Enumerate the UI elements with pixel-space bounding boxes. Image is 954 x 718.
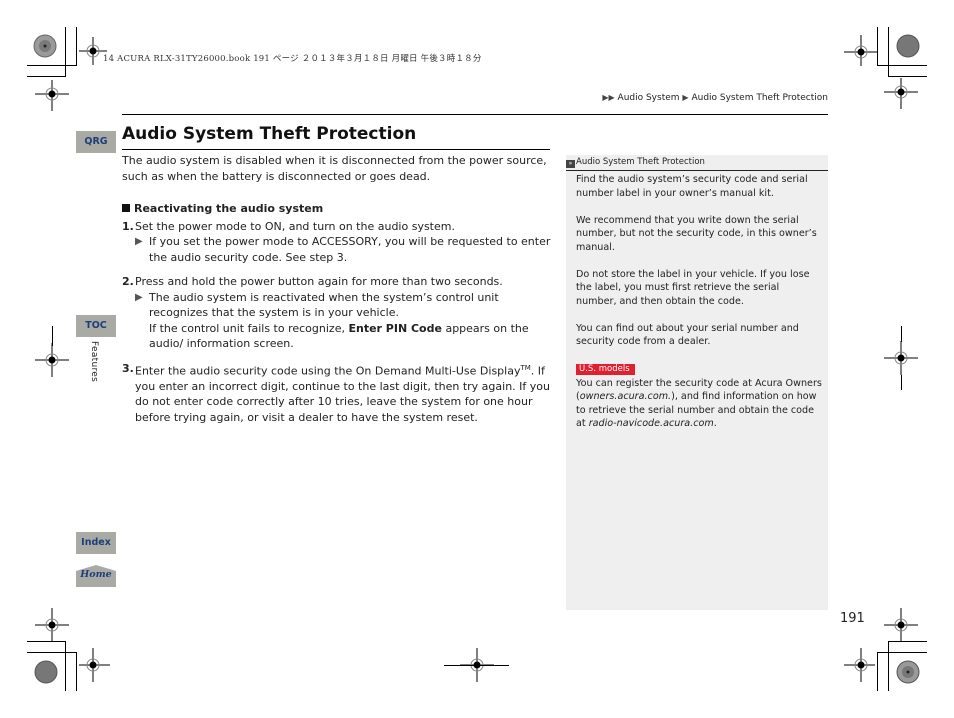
registration-mark-icon (79, 648, 110, 682)
page-title: Audio System Theft Protection (122, 124, 417, 144)
step-1: 1. Set the power mode to ON, and turn on… (122, 219, 552, 266)
step-note: ▶ If you set the power mode to ACCESSORY… (135, 234, 552, 265)
breadcrumb-item-audio-system[interactable]: Audio System (618, 93, 680, 103)
step-text: Enter the audio security code using the … (135, 361, 552, 426)
title-divider (122, 149, 550, 150)
note-text: If you set the power mode to ACCESSORY, … (149, 235, 551, 264)
intro-paragraph: The audio system is disabled when it is … (122, 154, 547, 183)
sidebar-note: » Audio System Theft Protection Find the … (566, 155, 828, 610)
step-note: ▶ The audio system is reactivated when t… (135, 290, 552, 352)
triangle-bullet-icon: ▶ (135, 236, 143, 247)
trademark-sup: TM (520, 363, 531, 372)
print-header-text: 14 ACURA RLX-31TY26000.book 191 ページ ２０１３… (103, 54, 482, 64)
sidebar-body: Find the audio system’s security code an… (576, 173, 822, 431)
registration-mark-icon (35, 343, 69, 377)
registration-mark-icon (844, 35, 878, 66)
color-dial-icon (896, 34, 920, 58)
step-text: Press and hold the power button again fo… (135, 275, 503, 288)
triangle-icon: ▶ (682, 93, 689, 102)
section-heading: Reactivating the audio system (122, 201, 552, 217)
sidebar-heading: » Audio System Theft Protection (566, 155, 828, 170)
home-label: Home (80, 569, 112, 580)
double-triangle-icon: ▶▶ (602, 93, 615, 102)
toc-tab[interactable]: TOC (76, 315, 116, 337)
sidebar-us-paragraph: You can register the security code at Ac… (576, 377, 822, 431)
header-divider (122, 114, 828, 115)
qrg-tab[interactable]: QRG (76, 131, 116, 153)
color-dial-icon (896, 660, 920, 684)
breadcrumb-item-current: Audio System Theft Protection (691, 93, 828, 103)
square-bullet-icon (122, 204, 130, 212)
main-content: The audio system is disabled when it is … (122, 153, 552, 425)
sidebar-paragraph: Find the audio system’s security code an… (576, 174, 808, 199)
registration-mark-icon (844, 648, 875, 682)
owners-acura-link[interactable]: owners.acura.com. (580, 391, 671, 402)
sidebar-paragraph: You can find out about your serial numbe… (576, 322, 799, 348)
radio-navicode-link[interactable]: radio-navicode.acura.com (589, 418, 714, 429)
index-tab[interactable]: Index (76, 532, 116, 554)
step-text: Set the power mode to ON, and turn on th… (135, 219, 455, 233)
step-number: 2. (122, 275, 134, 288)
registration-mark-icon (884, 341, 918, 375)
step-3: 3. Enter the audio security code using t… (122, 361, 552, 426)
step-text-part: Enter the audio security code using the … (135, 364, 521, 378)
step-number: 3. (122, 361, 134, 375)
registration-mark-icon (35, 80, 69, 111)
us-text: . (713, 418, 717, 429)
sidebar-paragraph: Do not store the label in your vehicle. … (576, 268, 810, 307)
page-number: 191 (840, 611, 865, 626)
color-dial-icon (33, 34, 57, 58)
registration-mark-icon (884, 608, 918, 642)
home-button[interactable]: Home (76, 565, 116, 587)
color-dial-icon (34, 660, 58, 684)
us-models-badge: U.S. models (576, 364, 635, 375)
sidebar-heading-text[interactable]: Audio System Theft Protection (576, 157, 705, 167)
section-heading-text: Reactivating the audio system (134, 202, 324, 215)
note-text: The audio system is reactivated when the… (149, 290, 499, 320)
step-number: 1. (122, 219, 134, 233)
enter-pin-code-label: Enter PIN Code (348, 321, 442, 335)
step-2: 2. Press and hold the power button again… (122, 274, 552, 352)
section-label: Features (89, 341, 99, 383)
sidebar-divider (566, 170, 828, 171)
triangle-bullet-icon: ▶ (135, 291, 143, 303)
sidebar-paragraph: We recommend that you write down the ser… (576, 214, 817, 253)
note-extra-text: If the control unit fails to recognize, (149, 321, 349, 335)
registration-mark-icon (884, 78, 918, 109)
registration-mark-icon (35, 608, 69, 642)
note-extra: If the control unit fails to recognize, … (149, 321, 552, 352)
reference-arrow-icon: » (566, 160, 575, 168)
breadcrumb: ▶▶ Audio System ▶ Audio System Theft Pro… (602, 93, 828, 103)
